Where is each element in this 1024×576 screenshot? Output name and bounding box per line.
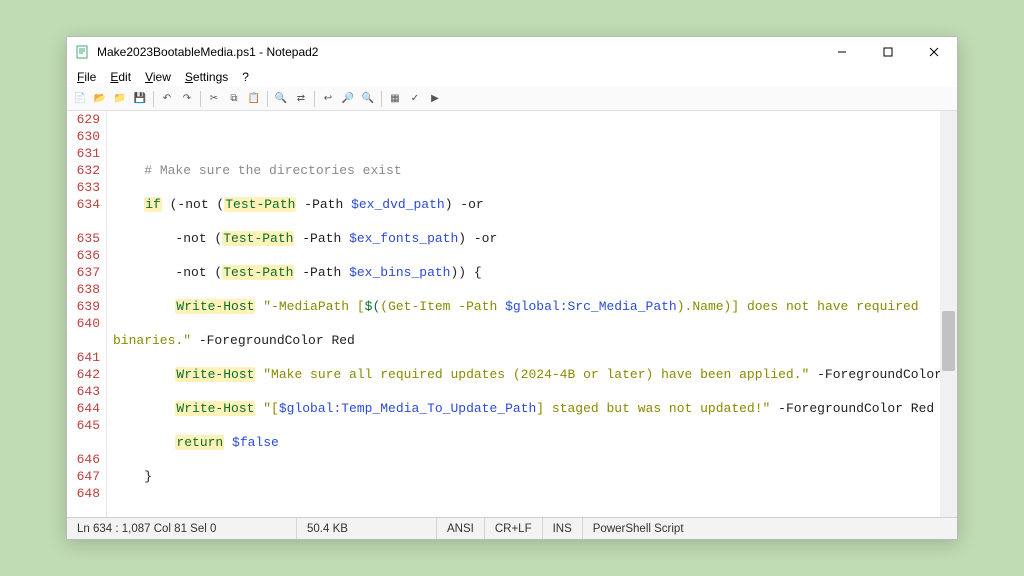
- menu-file[interactable]: File: [71, 69, 102, 85]
- window-title: Make2023BootableMedia.ps1 - Notepad2: [97, 45, 819, 59]
- status-eol: CR+LF: [485, 518, 543, 539]
- bookmark-icon[interactable]: ✓: [406, 90, 424, 108]
- close-button[interactable]: [911, 37, 957, 67]
- menu-view[interactable]: View: [139, 69, 177, 85]
- find-icon[interactable]: 🔍: [272, 90, 290, 108]
- minimize-button[interactable]: [819, 37, 865, 67]
- copy-icon[interactable]: ⧉: [225, 90, 243, 108]
- menubar: File Edit View Settings ?: [67, 67, 957, 87]
- menu-edit[interactable]: Edit: [104, 69, 137, 85]
- menu-help[interactable]: ?: [236, 69, 255, 85]
- code-content[interactable]: # Make sure the directories exist if (-n…: [107, 111, 940, 517]
- new-icon[interactable]: 📄: [71, 90, 89, 108]
- status-ins: INS: [543, 518, 583, 539]
- browse-icon[interactable]: 📁: [111, 90, 129, 108]
- vertical-scrollbar[interactable]: [940, 111, 957, 517]
- separator: [267, 91, 268, 107]
- replace-icon[interactable]: ⇄: [292, 90, 310, 108]
- paste-icon[interactable]: 📋: [245, 90, 263, 108]
- line-number-gutter: 6296306316326336346356366376386396406416…: [67, 111, 107, 517]
- cut-icon[interactable]: ✂: [205, 90, 223, 108]
- scrollbar-thumb[interactable]: [942, 311, 955, 371]
- undo-icon[interactable]: ↶: [158, 90, 176, 108]
- separator: [314, 91, 315, 107]
- save-icon[interactable]: 💾: [131, 90, 149, 108]
- toggle-icon[interactable]: ▶: [426, 90, 444, 108]
- status-language: PowerShell Script: [583, 518, 957, 539]
- app-icon: [75, 44, 91, 60]
- open-icon[interactable]: 📂: [91, 90, 109, 108]
- zoom-in-icon[interactable]: 🔎: [339, 90, 357, 108]
- app-window: Make2023BootableMedia.ps1 - Notepad2 Fil…: [66, 36, 958, 540]
- separator: [381, 91, 382, 107]
- statusbar: Ln 634 : 1,087 Col 81 Sel 0 50.4 KB ANSI…: [67, 517, 957, 539]
- maximize-button[interactable]: [865, 37, 911, 67]
- status-position: Ln 634 : 1,087 Col 81 Sel 0: [67, 518, 297, 539]
- status-size: 50.4 KB: [297, 518, 437, 539]
- zoom-out-icon[interactable]: 🔍: [359, 90, 377, 108]
- scheme-icon[interactable]: ▦: [386, 90, 404, 108]
- separator: [200, 91, 201, 107]
- wrap-icon[interactable]: ↩: [319, 90, 337, 108]
- redo-icon[interactable]: ↷: [178, 90, 196, 108]
- status-encoding: ANSI: [437, 518, 485, 539]
- separator: [153, 91, 154, 107]
- menu-settings[interactable]: Settings: [179, 69, 234, 85]
- editor-area: 6296306316326336346356366376386396406416…: [67, 111, 957, 517]
- toolbar: 📄 📂 📁 💾 ↶ ↷ ✂ ⧉ 📋 🔍 ⇄ ↩ 🔎 🔍 ▦ ✓ ▶: [67, 87, 957, 111]
- titlebar[interactable]: Make2023BootableMedia.ps1 - Notepad2: [67, 37, 957, 67]
